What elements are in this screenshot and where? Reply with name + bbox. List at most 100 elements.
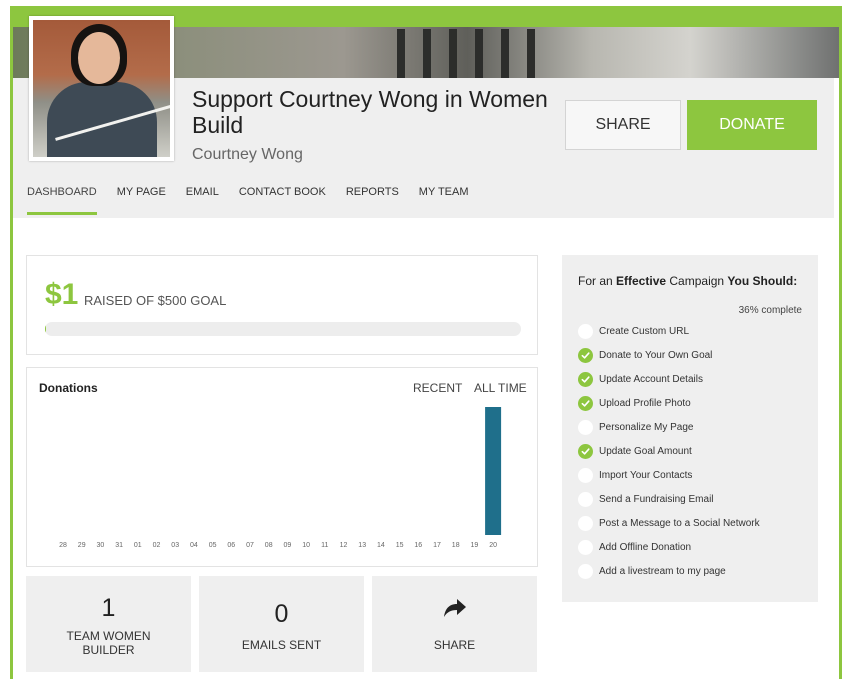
dashboard-nav: DASHBOARD MY PAGE EMAIL CONTACT BOOK REP… [27, 186, 469, 207]
checklist-item-label: Create Custom URL [599, 326, 690, 337]
x-tick-label: 09 [284, 542, 292, 549]
checklist-item-label: Post a Message to a Social Network [599, 518, 760, 529]
checklist-item-label: Personalize My Page [599, 422, 694, 433]
x-tick-label: 08 [265, 542, 273, 549]
x-tick-label: 11 [321, 542, 328, 549]
nav-reports[interactable]: REPORTS [346, 186, 399, 207]
checklist-item[interactable]: Update Goal Amount [578, 444, 692, 459]
banner-decor [423, 29, 431, 78]
checklist-item-label: Import Your Contacts [599, 470, 693, 481]
nav-active-indicator [27, 212, 97, 215]
photo-figure-face [78, 32, 120, 84]
checklist-item-label: Donate to Your Own Goal [599, 350, 713, 361]
nav-email[interactable]: EMAIL [186, 186, 219, 207]
page-title: Support Courtney Wong in Women Build [192, 86, 548, 138]
x-tick-label: 13 [358, 542, 366, 549]
empty-circle-icon [578, 468, 593, 483]
x-tick-label: 20 [489, 542, 497, 549]
x-tick-label: 03 [171, 542, 179, 549]
checklist-item[interactable]: Upload Profile Photo [578, 396, 691, 411]
share-arrow-icon[interactable] [372, 598, 537, 618]
banner-decor [449, 29, 457, 78]
goal-progress-bar [45, 322, 521, 336]
profile-photo-image [33, 20, 170, 157]
empty-circle-icon [578, 324, 593, 339]
checkmark-icon [578, 396, 593, 411]
x-tick-label: 17 [433, 542, 441, 549]
donations-chart-card: Donations RECENT ALL TIME 28 29 30 31 01 02 03… [26, 367, 538, 567]
share-button[interactable]: SHARE [565, 100, 681, 150]
banner-decor [397, 29, 405, 78]
x-tick-label: 15 [396, 542, 404, 549]
photo-figure-body [47, 82, 157, 157]
profile-photo[interactable] [29, 16, 174, 161]
checklist-item[interactable]: Import Your Contacts [578, 468, 692, 483]
nav-contact-book[interactable]: CONTACT BOOK [239, 186, 326, 207]
x-tick-label: 10 [302, 542, 310, 549]
x-tick-label: 16 [414, 542, 422, 549]
checklist-item[interactable]: Add a livestream to my page [578, 564, 726, 579]
x-tick-label: 06 [227, 542, 235, 549]
stat-team-builder: 1 TEAM WOMEN BUILDER [26, 576, 191, 672]
x-tick-label: 18 [452, 542, 460, 549]
banner-decor [501, 29, 509, 78]
x-tick-label: 12 [340, 542, 348, 549]
x-tick-label: 30 [97, 542, 105, 549]
heading-text: For an [578, 274, 617, 288]
stat-number: 0 [274, 600, 289, 628]
checklist-item[interactable]: Send a Fundraising Email [578, 492, 714, 507]
checklist-item-label: Send a Fundraising Email [599, 494, 714, 505]
empty-circle-icon [578, 420, 593, 435]
chart-bar [485, 407, 502, 535]
x-tick-label: 31 [115, 542, 123, 549]
x-tick-label: 29 [78, 542, 86, 549]
nav-my-page[interactable]: MY PAGE [117, 186, 166, 207]
x-tick-label: 02 [153, 542, 161, 549]
banner-decor [527, 29, 535, 78]
empty-circle-icon [578, 540, 593, 555]
nav-my-team[interactable]: MY TEAM [419, 186, 469, 207]
nav-dashboard[interactable]: DASHBOARD [27, 186, 97, 207]
x-tick-label: 04 [190, 542, 198, 549]
x-tick-label: 05 [209, 542, 217, 549]
goal-progress-fill [45, 322, 46, 336]
donations-chart: 28 29 30 31 01 02 03 04 05 06 07 08 09 10 11 12 13 14 15 16… [59, 407, 502, 549]
x-tick-label: 01 [134, 542, 142, 549]
checklist-item[interactable]: Donate to Your Own Goal [578, 348, 712, 363]
x-tick-label: 07 [246, 542, 254, 549]
checklist-item[interactable]: Personalize My Page [578, 420, 694, 435]
empty-circle-icon [578, 564, 593, 579]
empty-circle-icon [578, 516, 593, 531]
checklist-item-label: Upload Profile Photo [599, 398, 691, 409]
stat-label: SHARE [433, 638, 476, 652]
campaign-checklist: For an Effective Campaign You Should: 36… [562, 255, 818, 602]
raised-amount: $1 [45, 278, 79, 311]
donate-button[interactable]: DONATE [687, 100, 817, 150]
checklist-item-label: Update Goal Amount [599, 446, 692, 457]
x-tick-label: 19 [471, 542, 479, 549]
checklist-item[interactable]: Add Offline Donation [578, 540, 691, 555]
heading-bold: You Should: [727, 274, 798, 288]
heading-bold: Effective [616, 274, 667, 288]
checklist-item[interactable]: Post a Message to a Social Network [578, 516, 760, 531]
checkmark-icon [578, 444, 593, 459]
stat-emails-sent: 0 EMAILS SENT [199, 576, 364, 672]
x-tick-label: 14 [377, 542, 385, 549]
stat-label: EMAILS SENT [241, 638, 322, 652]
stat-share[interactable]: SHARE [372, 576, 537, 672]
checkmark-icon [578, 348, 593, 363]
checklist-item[interactable]: Update Account Details [578, 372, 703, 387]
banner-decor [475, 29, 483, 78]
empty-circle-icon [578, 492, 593, 507]
raised-goal-text: RAISED OF $500 GOAL [84, 293, 227, 308]
x-tick-label: 28 [59, 542, 67, 549]
checkmark-icon [578, 372, 593, 387]
checklist-heading: For an Effective Campaign You Should: [578, 274, 798, 288]
checklist-percent: 36% complete [738, 305, 802, 316]
checklist-item-label: Add a livestream to my page [599, 566, 726, 577]
owner-name: Courtney Wong [192, 146, 303, 163]
checklist-item[interactable]: Create Custom URL [578, 324, 689, 339]
checklist-item-label: Update Account Details [599, 374, 703, 385]
checklist-item-label: Add Offline Donation [599, 542, 692, 553]
stat-label: TEAM WOMEN BUILDER [66, 629, 151, 657]
